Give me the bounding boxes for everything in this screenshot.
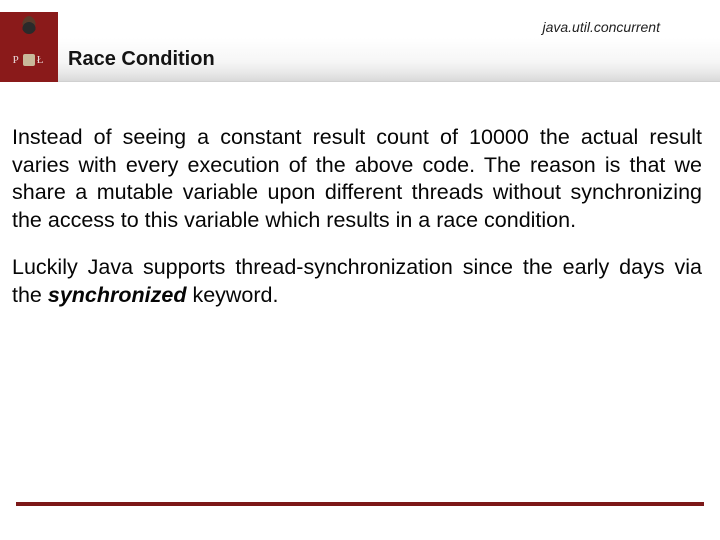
logo-letter-left: P (13, 54, 21, 66)
slide: java.util.concurrent P Ł Race Condition … (0, 0, 720, 540)
paragraph-2: Luckily Java supports thread-synchroniza… (12, 254, 702, 309)
slide-title: Race Condition (58, 38, 720, 82)
shield-icon (23, 54, 35, 66)
footer-divider (16, 502, 704, 506)
top-bar: java.util.concurrent (0, 0, 720, 38)
paragraph-2-tail: keyword. (186, 283, 278, 307)
package-label: java.util.concurrent (58, 3, 660, 35)
institution-logo: P Ł (0, 38, 58, 82)
logo-letters: P Ł (13, 54, 46, 66)
title-bar: P Ł Race Condition (0, 38, 720, 82)
slide-body: Instead of seeing a constant result coun… (0, 82, 720, 309)
logo-top-emblem (0, 12, 58, 38)
paragraph-1: Instead of seeing a constant result coun… (12, 124, 702, 234)
logo-letter-right: Ł (37, 54, 46, 66)
keyword-synchronized: synchronized (48, 283, 187, 307)
flame-icon (22, 16, 36, 34)
